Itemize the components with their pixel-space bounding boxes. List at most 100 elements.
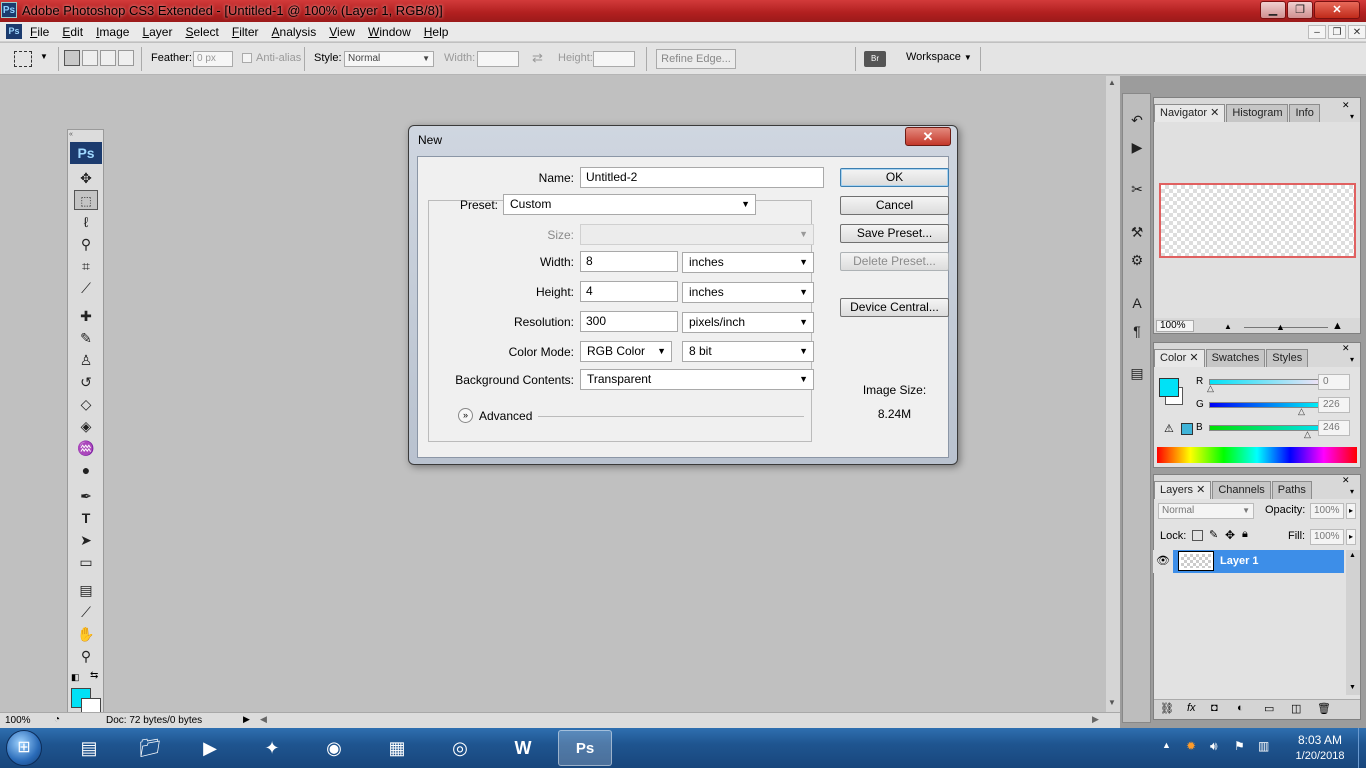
menu-help[interactable]: Help [424, 25, 449, 39]
panel-menu-icon[interactable]: ▾ [1350, 487, 1354, 496]
document-icon[interactable]: Ps [6, 24, 22, 39]
doc-restore-button[interactable]: ❐ [1328, 25, 1346, 39]
maximize-button[interactable]: ❐ [1287, 1, 1313, 19]
magic-wand-tool-icon[interactable]: ⚲ [74, 234, 98, 254]
eyedropper-tool-icon[interactable]: ⟋ [74, 602, 98, 622]
dodge-tool-icon[interactable]: ● [74, 460, 98, 480]
clock-date[interactable]: 1/20/2018 [1286, 750, 1354, 762]
intersect-selection-icon[interactable] [118, 50, 134, 66]
layer-mask-icon[interactable]: ◘ [1211, 702, 1218, 714]
gamut-color-chip[interactable] [1181, 423, 1193, 435]
panel-menu-icon[interactable]: ▾ [1350, 355, 1354, 364]
taskbar-video-icon[interactable]: ▦ [370, 730, 424, 766]
clone-stamp-tool-icon[interactable]: ♙ [74, 350, 98, 370]
antialias-checkbox[interactable] [242, 53, 252, 63]
navigator-thumbnail[interactable] [1159, 183, 1356, 258]
tray-app-icon[interactable]: ✹ [1186, 739, 1196, 753]
menu-filter[interactable]: Filter [232, 25, 259, 39]
tab-swatches[interactable]: Swatches [1205, 349, 1266, 367]
slice-tool-icon[interactable]: ⟋ [74, 278, 98, 298]
tab-layers[interactable]: Layers ✕ [1154, 481, 1212, 499]
show-hidden-icons-icon[interactable]: ▲ [1162, 740, 1171, 750]
r-slider[interactable] [1209, 379, 1327, 385]
taskbar-notepad-icon[interactable]: ▤ [62, 730, 116, 766]
rectangle-tool-icon[interactable]: ▭ [74, 552, 98, 572]
tab-navigator[interactable]: Navigator ✕ [1154, 104, 1226, 122]
panel-menu-icon[interactable]: ▾ [1350, 112, 1354, 121]
paragraph-panel-icon[interactable]: ¶ [1126, 320, 1148, 342]
height-input[interactable] [593, 51, 635, 67]
scroll-down-icon[interactable]: ▼ [1108, 698, 1116, 707]
blur-tool-icon[interactable]: ♒ [74, 438, 98, 458]
navigator-zoom[interactable]: 100% [1156, 320, 1194, 332]
type-tool-icon[interactable]: T [74, 508, 98, 528]
healing-brush-tool-icon[interactable]: ✚ [74, 306, 98, 326]
taskbar-photoshop-icon[interactable]: Ps [558, 730, 612, 766]
doc-close-button[interactable]: ✕ [1348, 25, 1366, 39]
zoom-tool-icon[interactable]: ⚲ [74, 646, 98, 666]
width-input[interactable]: 8 [580, 251, 678, 272]
new-group-icon[interactable]: ▭ [1264, 702, 1274, 715]
g-slider[interactable] [1209, 402, 1327, 408]
menu-analysis[interactable]: Analysis [272, 25, 317, 39]
close-icon[interactable]: ✕ [1342, 343, 1350, 354]
swap-colors-icon[interactable]: ⇆ [90, 670, 98, 681]
lock-position-icon[interactable]: ✥ [1225, 528, 1235, 542]
tab-paths[interactable]: Paths [1271, 481, 1312, 499]
paint-bucket-tool-icon[interactable]: ◈ [74, 416, 98, 436]
color-mode-select[interactable]: RGB Color ▼ [580, 341, 672, 362]
add-selection-icon[interactable] [82, 50, 98, 66]
taskbar-disc-icon[interactable]: ◎ [433, 730, 487, 766]
resolution-unit-select[interactable]: pixels/inch ▼ [682, 312, 814, 333]
g-slider-handle[interactable]: △ [1298, 406, 1305, 417]
workspace-menu[interactable]: Workspace ▼ [906, 51, 972, 63]
brush-tool-icon[interactable]: ✎ [74, 328, 98, 348]
delete-preset-button[interactable]: Delete Preset... [840, 252, 949, 271]
g-value-input[interactable]: 226 [1318, 397, 1350, 413]
preset-select[interactable]: Custom ▼ [503, 194, 756, 215]
minimize-button[interactable]: ▁ [1260, 1, 1286, 19]
zoom-slider-track[interactable] [1244, 327, 1328, 328]
feather-input[interactable]: 0 px [193, 51, 233, 67]
link-layers-icon[interactable]: ⛓ [1160, 702, 1174, 715]
eraser-tool-icon[interactable]: ◇ [74, 394, 98, 414]
menu-view[interactable]: View [329, 25, 355, 39]
status-info-icon[interactable]: ◔ [54, 714, 60, 725]
pen-tool-icon[interactable]: ✒ [74, 486, 98, 506]
tool-presets-panel-icon[interactable]: ✂ [1126, 178, 1148, 200]
fg-color-chip[interactable] [1159, 378, 1179, 397]
zoom-slider-handle[interactable]: ▲ [1276, 322, 1285, 332]
tab-channels[interactable]: Channels [1212, 481, 1271, 499]
taskbar-explorer-icon[interactable]: 📁︎ [123, 730, 177, 766]
chevron-down-icon[interactable]: ▼ [40, 52, 48, 61]
close-icon[interactable]: ✕ [1342, 475, 1350, 486]
layer-style-icon[interactable]: fx [1187, 702, 1196, 714]
network-icon[interactable]: ▥ [1258, 739, 1269, 753]
tab-color[interactable]: Color ✕ [1154, 349, 1205, 367]
show-desktop-button[interactable] [1358, 728, 1366, 768]
cancel-button[interactable]: Cancel [840, 196, 949, 215]
tab-info[interactable]: Info [1289, 104, 1320, 122]
fill-slider-arrow-icon[interactable]: ▸ [1346, 529, 1356, 545]
opacity-slider-arrow-icon[interactable]: ▸ [1346, 503, 1356, 519]
r-slider-handle[interactable]: △ [1207, 383, 1214, 394]
menu-layer[interactable]: Layer [142, 25, 172, 39]
start-button[interactable]: ⊞ [6, 730, 42, 766]
doc-minimize-button[interactable]: – [1308, 25, 1326, 39]
dialog-close-button[interactable]: ✕ [905, 127, 951, 146]
taskbar-word-icon[interactable]: W [496, 730, 550, 766]
r-value-input[interactable]: 0 [1318, 374, 1350, 390]
layers-scrollbar[interactable]: ▲ ▼ [1346, 550, 1360, 695]
b-value-input[interactable]: 246 [1318, 420, 1350, 436]
save-preset-button[interactable]: Save Preset... [840, 224, 949, 243]
blend-mode-select[interactable]: Normal ▼ [1158, 503, 1254, 519]
width-input[interactable] [477, 51, 519, 67]
bit-depth-select[interactable]: 8 bit ▼ [682, 341, 814, 362]
zoom-out-icon[interactable]: ▲ [1224, 322, 1232, 331]
character-panel-icon[interactable]: A [1126, 292, 1148, 314]
delete-layer-icon[interactable]: 🗑︎ [1317, 702, 1331, 715]
background-contents-select[interactable]: Transparent ▼ [580, 369, 814, 390]
menu-select[interactable]: Select [185, 25, 218, 39]
lasso-tool-icon[interactable]: ℓ [74, 212, 98, 232]
opacity-input[interactable]: 100% [1310, 503, 1344, 519]
